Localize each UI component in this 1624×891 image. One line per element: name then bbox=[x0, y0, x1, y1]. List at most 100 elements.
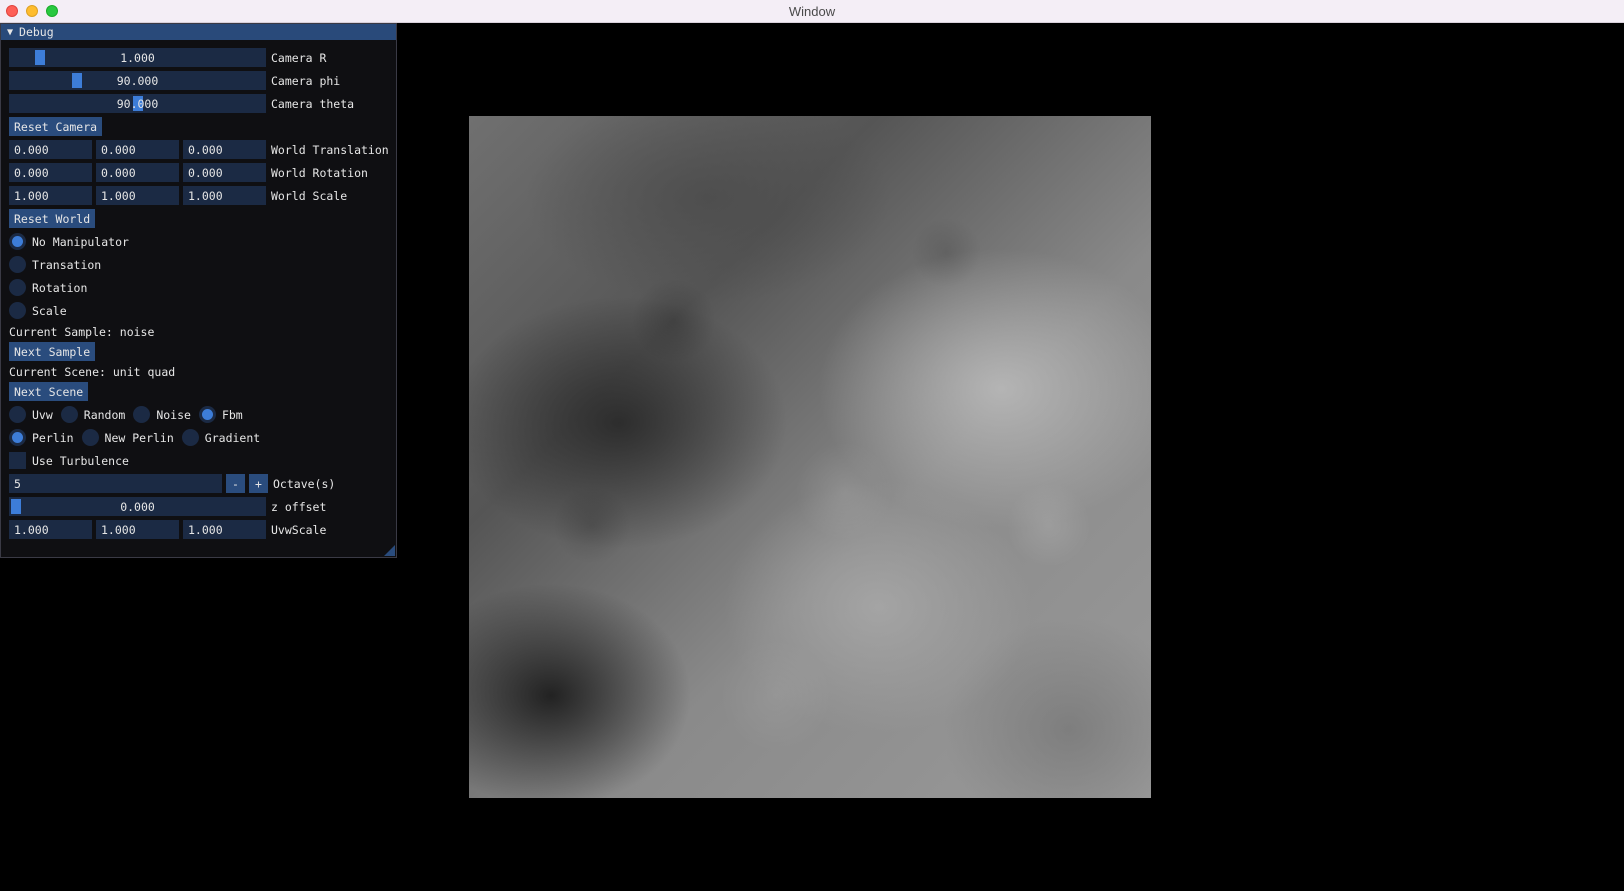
radio-button[interactable] bbox=[9, 302, 26, 319]
radio-button[interactable] bbox=[9, 279, 26, 296]
camera-theta-value: 90.000 bbox=[116, 96, 159, 111]
reset-world-button[interactable]: Reset World bbox=[9, 209, 96, 228]
resize-grip-icon[interactable] bbox=[384, 545, 395, 556]
manipulator-translation-row: Transation bbox=[9, 255, 109, 274]
radio-perlin[interactable]: Perlin bbox=[9, 429, 74, 446]
camera-r-grab[interactable] bbox=[35, 50, 46, 65]
world-rotation-x-field[interactable]: 0.000 bbox=[9, 163, 92, 182]
radio-label: Gradient bbox=[204, 430, 261, 445]
world-translation-row: 0.000 0.000 0.000 World Translation bbox=[9, 140, 389, 159]
radio-random[interactable]: Random bbox=[60, 406, 126, 423]
checkbox-box[interactable] bbox=[9, 452, 26, 469]
radio-noise[interactable]: Noise bbox=[133, 406, 191, 423]
radio-scale[interactable]: Scale bbox=[9, 302, 67, 319]
world-scale-x-field[interactable]: 1.000 bbox=[9, 186, 92, 205]
camera-r-row: 1.000 Camera R bbox=[9, 48, 326, 67]
manipulator-scale-row: Scale bbox=[9, 301, 75, 320]
use-turbulence-checkbox[interactable]: Use Turbulence bbox=[9, 452, 129, 469]
radio-transation[interactable]: Transation bbox=[9, 256, 101, 273]
collapse-triangle-icon[interactable]: ▼ bbox=[7, 27, 13, 38]
use-turbulence-row: Use Turbulence bbox=[9, 451, 137, 470]
reset-camera-button[interactable]: Reset Camera bbox=[9, 117, 103, 136]
uvw-scale-x-field[interactable]: 1.000 bbox=[9, 520, 92, 539]
z-offset-value: 0.000 bbox=[120, 499, 155, 514]
radio-label: Perlin bbox=[32, 430, 74, 445]
next-sample-row: Next Sample bbox=[9, 342, 96, 361]
radio-label: Fbm bbox=[221, 407, 243, 422]
next-scene-button[interactable]: Next Scene bbox=[9, 382, 89, 401]
mode-radio-row: Uvw Random Noise Fbm bbox=[9, 405, 251, 424]
radio-button[interactable] bbox=[9, 429, 26, 446]
uvw-scale-z-field[interactable]: 1.000 bbox=[183, 520, 266, 539]
camera-theta-slider[interactable]: 90.000 bbox=[9, 94, 266, 113]
world-scale-y-field[interactable]: 1.000 bbox=[96, 186, 179, 205]
radio-button[interactable] bbox=[60, 406, 78, 423]
radio-no-manipulator[interactable]: No Manipulator bbox=[9, 233, 129, 250]
radio-label: Noise bbox=[156, 407, 191, 422]
radio-button[interactable] bbox=[181, 429, 199, 446]
radio-selected-dot bbox=[201, 409, 213, 420]
world-translation-z-field[interactable]: 0.000 bbox=[183, 140, 266, 159]
radio-rotation[interactable]: Rotation bbox=[9, 279, 87, 296]
radio-label: No Manipulator bbox=[32, 234, 129, 249]
minimize-window-icon[interactable] bbox=[26, 5, 38, 17]
radio-label: Scale bbox=[32, 303, 67, 318]
octaves-decrement-button[interactable]: - bbox=[226, 474, 245, 493]
radio-gradient[interactable]: Gradient bbox=[181, 429, 261, 446]
radio-button[interactable] bbox=[133, 406, 151, 423]
world-rotation-z-field[interactable]: 0.000 bbox=[183, 163, 266, 182]
radio-button[interactable] bbox=[198, 406, 216, 423]
radio-label: New Perlin bbox=[104, 430, 174, 445]
octaves-input[interactable]: 5 bbox=[9, 474, 222, 493]
debug-panel-title: Debug bbox=[19, 25, 54, 39]
z-offset-slider[interactable]: 0.000 bbox=[9, 497, 266, 516]
camera-theta-row: 90.000 Camera theta bbox=[9, 94, 354, 113]
window-title: Window bbox=[788, 3, 836, 19]
camera-theta-label: Camera theta bbox=[271, 96, 355, 111]
maximize-window-icon[interactable] bbox=[46, 5, 58, 17]
world-scale-label: World Scale bbox=[271, 188, 348, 203]
title-bar: Window bbox=[0, 0, 1624, 23]
world-rotation-label: World Rotation bbox=[271, 165, 368, 180]
world-rotation-y-field[interactable]: 0.000 bbox=[96, 163, 179, 182]
radio-button[interactable] bbox=[81, 429, 99, 446]
world-translation-x-field[interactable]: 0.000 bbox=[9, 140, 92, 159]
radio-button[interactable] bbox=[9, 233, 26, 250]
reset-camera-row: Reset Camera bbox=[9, 117, 103, 136]
radio-button[interactable] bbox=[9, 406, 26, 423]
camera-phi-slider[interactable]: 90.000 bbox=[9, 71, 266, 90]
checkbox-label: Use Turbulence bbox=[32, 453, 129, 468]
camera-phi-grab[interactable] bbox=[71, 73, 82, 88]
next-sample-button[interactable]: Next Sample bbox=[9, 342, 96, 361]
radio-fbm[interactable]: Fbm bbox=[198, 406, 243, 423]
camera-r-label: Camera R bbox=[271, 50, 327, 65]
close-window-icon[interactable] bbox=[6, 5, 18, 17]
debug-panel-header[interactable]: ▼ Debug bbox=[1, 24, 396, 40]
current-sample-text: Current Sample: noise bbox=[9, 324, 155, 339]
world-rotation-row: 0.000 0.000 0.000 World Rotation bbox=[9, 163, 368, 182]
radio-label: Random bbox=[83, 407, 126, 422]
uvw-scale-row: 1.000 1.000 1.000 UvwScale bbox=[9, 520, 326, 539]
uvw-scale-label: UvwScale bbox=[271, 522, 327, 537]
radio-new-perlin[interactable]: New Perlin bbox=[81, 429, 174, 446]
manipulator-rotation-row: Rotation bbox=[9, 278, 95, 297]
debug-panel: ▼ Debug 1.000 Camera R 90.000 Camera phi… bbox=[0, 23, 397, 558]
uvw-scale-y-field[interactable]: 1.000 bbox=[96, 520, 179, 539]
octaves-increment-button[interactable]: + bbox=[249, 474, 268, 493]
current-scene-row: Current Scene: unit quad bbox=[9, 362, 175, 381]
radio-label: Transation bbox=[32, 257, 102, 272]
octaves-row: 5 - + Octave(s) bbox=[9, 474, 335, 493]
world-translation-y-field[interactable]: 0.000 bbox=[96, 140, 179, 159]
camera-r-slider[interactable]: 1.000 bbox=[9, 48, 266, 67]
world-scale-z-field[interactable]: 1.000 bbox=[183, 186, 266, 205]
noise-quad bbox=[469, 116, 1151, 798]
radio-uvw[interactable]: Uvw bbox=[9, 406, 53, 423]
radio-button[interactable] bbox=[9, 256, 26, 273]
reset-world-row: Reset World bbox=[9, 209, 96, 228]
camera-phi-label: Camera phi bbox=[271, 73, 341, 88]
z-offset-grab[interactable] bbox=[11, 499, 21, 514]
world-scale-row: 1.000 1.000 1.000 World Scale bbox=[9, 186, 347, 205]
camera-phi-row: 90.000 Camera phi bbox=[9, 71, 340, 90]
camera-phi-value: 90.000 bbox=[116, 73, 159, 88]
current-scene-text: Current Scene: unit quad bbox=[9, 364, 176, 379]
